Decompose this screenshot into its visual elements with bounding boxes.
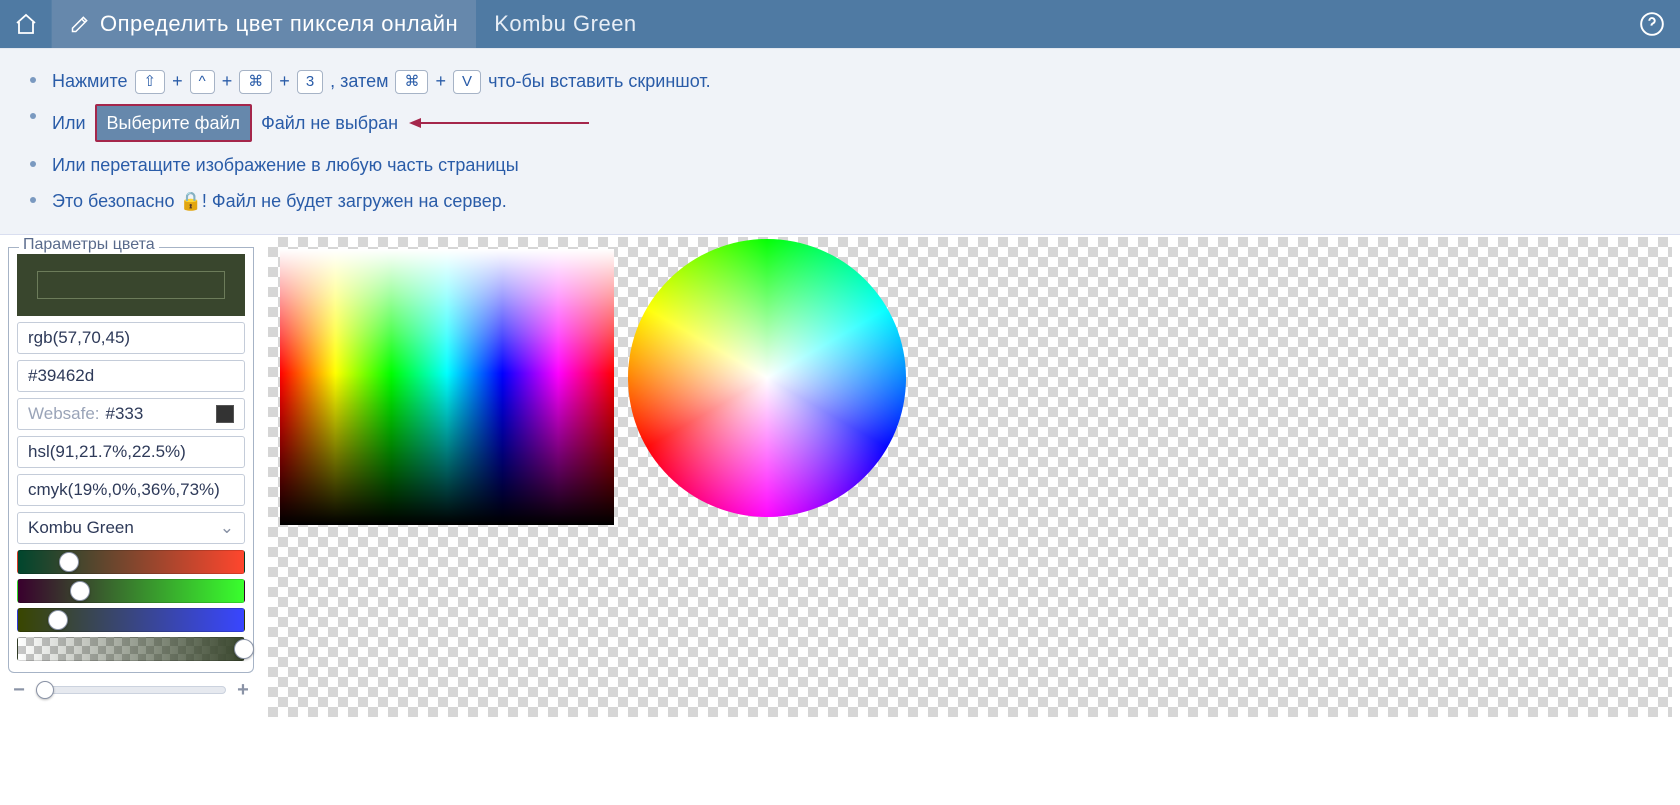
color-wheel[interactable] xyxy=(628,239,906,517)
chevron-down-icon: ⌄ xyxy=(220,518,234,538)
zoom-out-button[interactable]: − xyxy=(10,679,28,702)
home-button[interactable] xyxy=(0,0,52,48)
rgb-field[interactable]: rgb(57,70,45) xyxy=(17,322,245,354)
green-slider[interactable] xyxy=(17,579,245,603)
current-color-title: Kombu Green xyxy=(476,0,654,48)
instruction-file: Или Выберите файл Файл не выбран xyxy=(0,99,1680,147)
zoom-control: − + xyxy=(8,679,254,702)
key-shift: ⇧ xyxy=(135,70,166,94)
panel-legend: Параметры цвета xyxy=(19,236,159,254)
cmyk-field[interactable]: cmyk(19%,0%,36%,73%) xyxy=(17,474,245,506)
lock-icon: 🔒 xyxy=(180,191,202,211)
instruction-safe: Это безопасно 🔒! Файл не будет загружен … xyxy=(0,183,1680,219)
instruction-screenshot: Нажмите ⇧ + ^ + ⌘ + 3 , затем ⌘ + V что-… xyxy=(0,63,1680,99)
blue-slider[interactable] xyxy=(17,608,245,632)
color-params-panel: Параметры цвета rgb(57,70,45) #39462d We… xyxy=(8,247,254,673)
file-not-chosen-label: Файл не выбран xyxy=(261,113,398,133)
websafe-swatch xyxy=(216,405,234,423)
color-spectrum[interactable] xyxy=(280,249,614,525)
hex-field[interactable]: #39462d xyxy=(17,360,245,392)
key-3: 3 xyxy=(297,70,323,94)
instruction-drag: Или перетащите изображение в любую часть… xyxy=(0,147,1680,183)
tool-name-bar[interactable]: Определить цвет пикселя онлайн xyxy=(52,0,476,48)
choose-file-button[interactable]: Выберите файл xyxy=(95,104,253,142)
tool-title: Определить цвет пикселя онлайн xyxy=(100,11,458,37)
alpha-slider[interactable] xyxy=(17,637,245,661)
websafe-field[interactable]: Websafe: #333 xyxy=(17,398,245,430)
slider-thumb[interactable] xyxy=(48,610,68,630)
zoom-in-button[interactable]: + xyxy=(234,679,252,702)
app-header: Определить цвет пикселя онлайн Kombu Gre… xyxy=(0,0,1680,48)
home-icon xyxy=(14,12,38,36)
canvas-area[interactable] xyxy=(268,237,1672,717)
key-ctrl: ^ xyxy=(190,70,215,94)
key-cmd-2: ⌘ xyxy=(395,70,428,94)
main-area: Параметры цвета rgb(57,70,45) #39462d We… xyxy=(0,237,1680,717)
pencil-icon xyxy=(70,14,90,34)
key-v: V xyxy=(453,70,481,94)
zoom-slider[interactable] xyxy=(36,686,226,694)
color-name-select[interactable]: Kombu Green ⌄ xyxy=(17,512,245,544)
color-swatch-inner xyxy=(37,271,225,299)
arrow-left-icon xyxy=(409,111,589,137)
color-swatch[interactable] xyxy=(17,254,245,316)
red-slider[interactable] xyxy=(17,550,245,574)
slider-thumb[interactable] xyxy=(234,639,254,659)
slider-thumb[interactable] xyxy=(70,581,90,601)
left-column: Параметры цвета rgb(57,70,45) #39462d We… xyxy=(8,237,254,702)
help-icon xyxy=(1639,11,1665,37)
key-cmd: ⌘ xyxy=(239,70,272,94)
slider-thumb[interactable] xyxy=(59,552,79,572)
hsl-field[interactable]: hsl(91,21.7%,22.5%) xyxy=(17,436,245,468)
zoom-thumb[interactable] xyxy=(36,681,54,699)
instructions-panel: Нажмите ⇧ + ^ + ⌘ + 3 , затем ⌘ + V что-… xyxy=(0,48,1680,235)
help-button[interactable] xyxy=(1624,0,1680,48)
